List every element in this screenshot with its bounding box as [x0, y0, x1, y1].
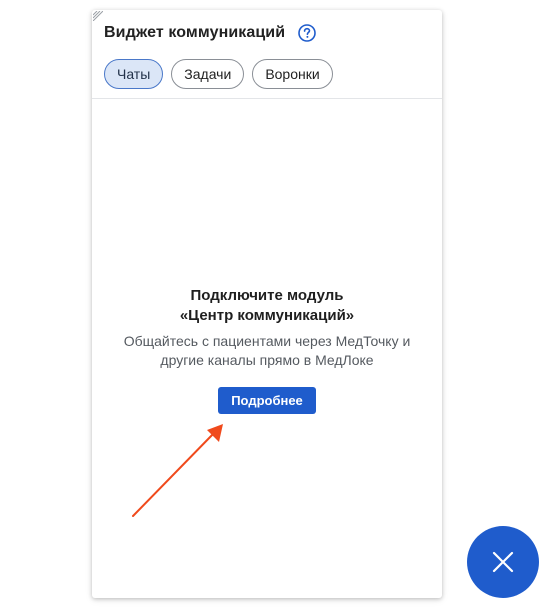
- annotation-arrow-icon: [132, 424, 223, 517]
- more-info-button[interactable]: Подробнее: [218, 387, 316, 414]
- help-icon[interactable]: [298, 24, 316, 42]
- empty-state-title: Подключите модуль «Центр коммуникаций»: [92, 286, 442, 326]
- tab-tasks[interactable]: Задачи: [171, 59, 245, 89]
- empty-state-text-line: Общайтесь с пациентами через МедТочку и: [123, 333, 411, 349]
- empty-state-description: Общайтесь с пациентами через МедТочку и …: [92, 332, 442, 370]
- empty-state: Подключите модуль «Центр коммуникаций» О…: [92, 286, 442, 414]
- tab-label: Воронки: [265, 66, 320, 82]
- close-icon: [492, 551, 514, 573]
- header-divider: [92, 98, 442, 99]
- empty-state-title-line: Подключите модуль: [190, 287, 344, 304]
- empty-state-text-line: другие каналы прямо в МедЛоке: [160, 352, 374, 368]
- tab-label: Задачи: [184, 66, 232, 82]
- widget-title: Виджет коммуникаций: [104, 24, 286, 41]
- widget-tabs: Чаты Задачи Воронки: [104, 59, 333, 89]
- tab-chats[interactable]: Чаты: [104, 59, 164, 89]
- widget-header: Виджет коммуникаций: [104, 22, 316, 44]
- tab-label: Чаты: [117, 66, 151, 82]
- tab-funnels[interactable]: Воронки: [252, 59, 333, 89]
- page: Виджет коммуникаций Чаты Задачи Воронки …: [0, 0, 545, 608]
- close-fab-button[interactable]: [467, 526, 539, 598]
- empty-state-title-line: «Центр коммуникаций»: [179, 307, 355, 324]
- resize-handle-icon[interactable]: [93, 11, 103, 21]
